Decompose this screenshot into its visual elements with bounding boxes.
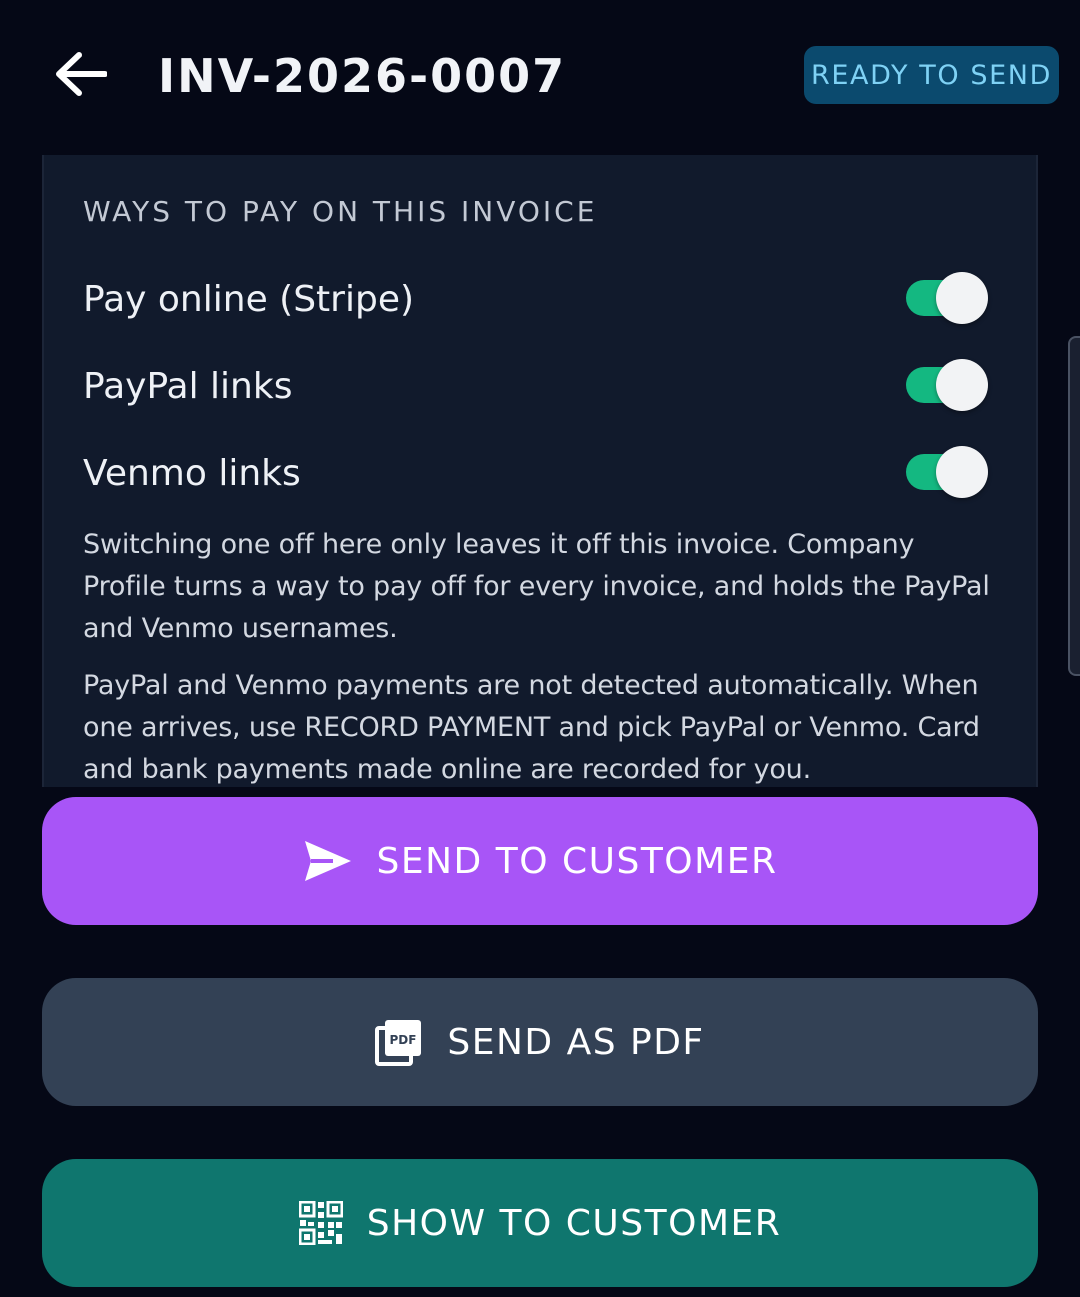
option-row-paypal: PayPal links — [83, 356, 988, 416]
show-to-customer-button[interactable]: SHOW TO CUSTOMER — [42, 1159, 1038, 1287]
payment-options-card: WAYS TO PAY ON THIS INVOICE Pay online (… — [42, 155, 1038, 787]
app-header: INV-2026-0007 READY TO SEND — [0, 0, 1080, 150]
option-row-venmo: Venmo links — [83, 443, 988, 503]
send-to-customer-button[interactable]: SEND TO CUSTOMER — [42, 797, 1038, 925]
toggle-venmo[interactable] — [906, 446, 988, 500]
toggle-thumb — [936, 359, 988, 411]
send-icon — [303, 839, 353, 883]
send-as-pdf-label: SEND AS PDF — [447, 1021, 705, 1063]
send-as-pdf-button[interactable]: PDF SEND AS PDF — [42, 978, 1038, 1106]
scope-note: Switching one off here only leaves it of… — [83, 529, 990, 644]
show-to-customer-label: SHOW TO CUSTOMER — [366, 1202, 782, 1244]
option-label-paypal: PayPal links — [83, 365, 293, 407]
pdf-icon: PDF — [375, 1018, 423, 1066]
status-badge: READY TO SEND — [804, 46, 1059, 104]
toggle-thumb — [936, 446, 988, 498]
option-label-stripe: Pay online (Stripe) — [83, 278, 415, 320]
toggle-paypal[interactable] — [906, 359, 988, 413]
qr-code-icon — [298, 1201, 343, 1245]
toggle-stripe[interactable] — [906, 272, 988, 326]
toggle-thumb — [936, 272, 988, 324]
manual-payment-note: PayPal and Venmo payments are not detect… — [83, 670, 980, 785]
scrollbar[interactable] — [1068, 336, 1080, 676]
page-title: INV-2026-0007 — [158, 49, 567, 103]
option-row-stripe: Pay online (Stripe) — [83, 269, 988, 329]
send-to-customer-label: SEND TO CUSTOMER — [376, 840, 778, 882]
svg-text:PDF: PDF — [390, 1033, 417, 1047]
arrow-left-icon — [53, 50, 108, 102]
section-heading: WAYS TO PAY ON THIS INVOICE — [83, 195, 598, 228]
option-label-venmo: Venmo links — [83, 452, 301, 494]
back-button[interactable] — [50, 48, 110, 104]
invoice-send-screen: INV-2026-0007 READY TO SEND WAYS TO PAY … — [0, 0, 1080, 1297]
